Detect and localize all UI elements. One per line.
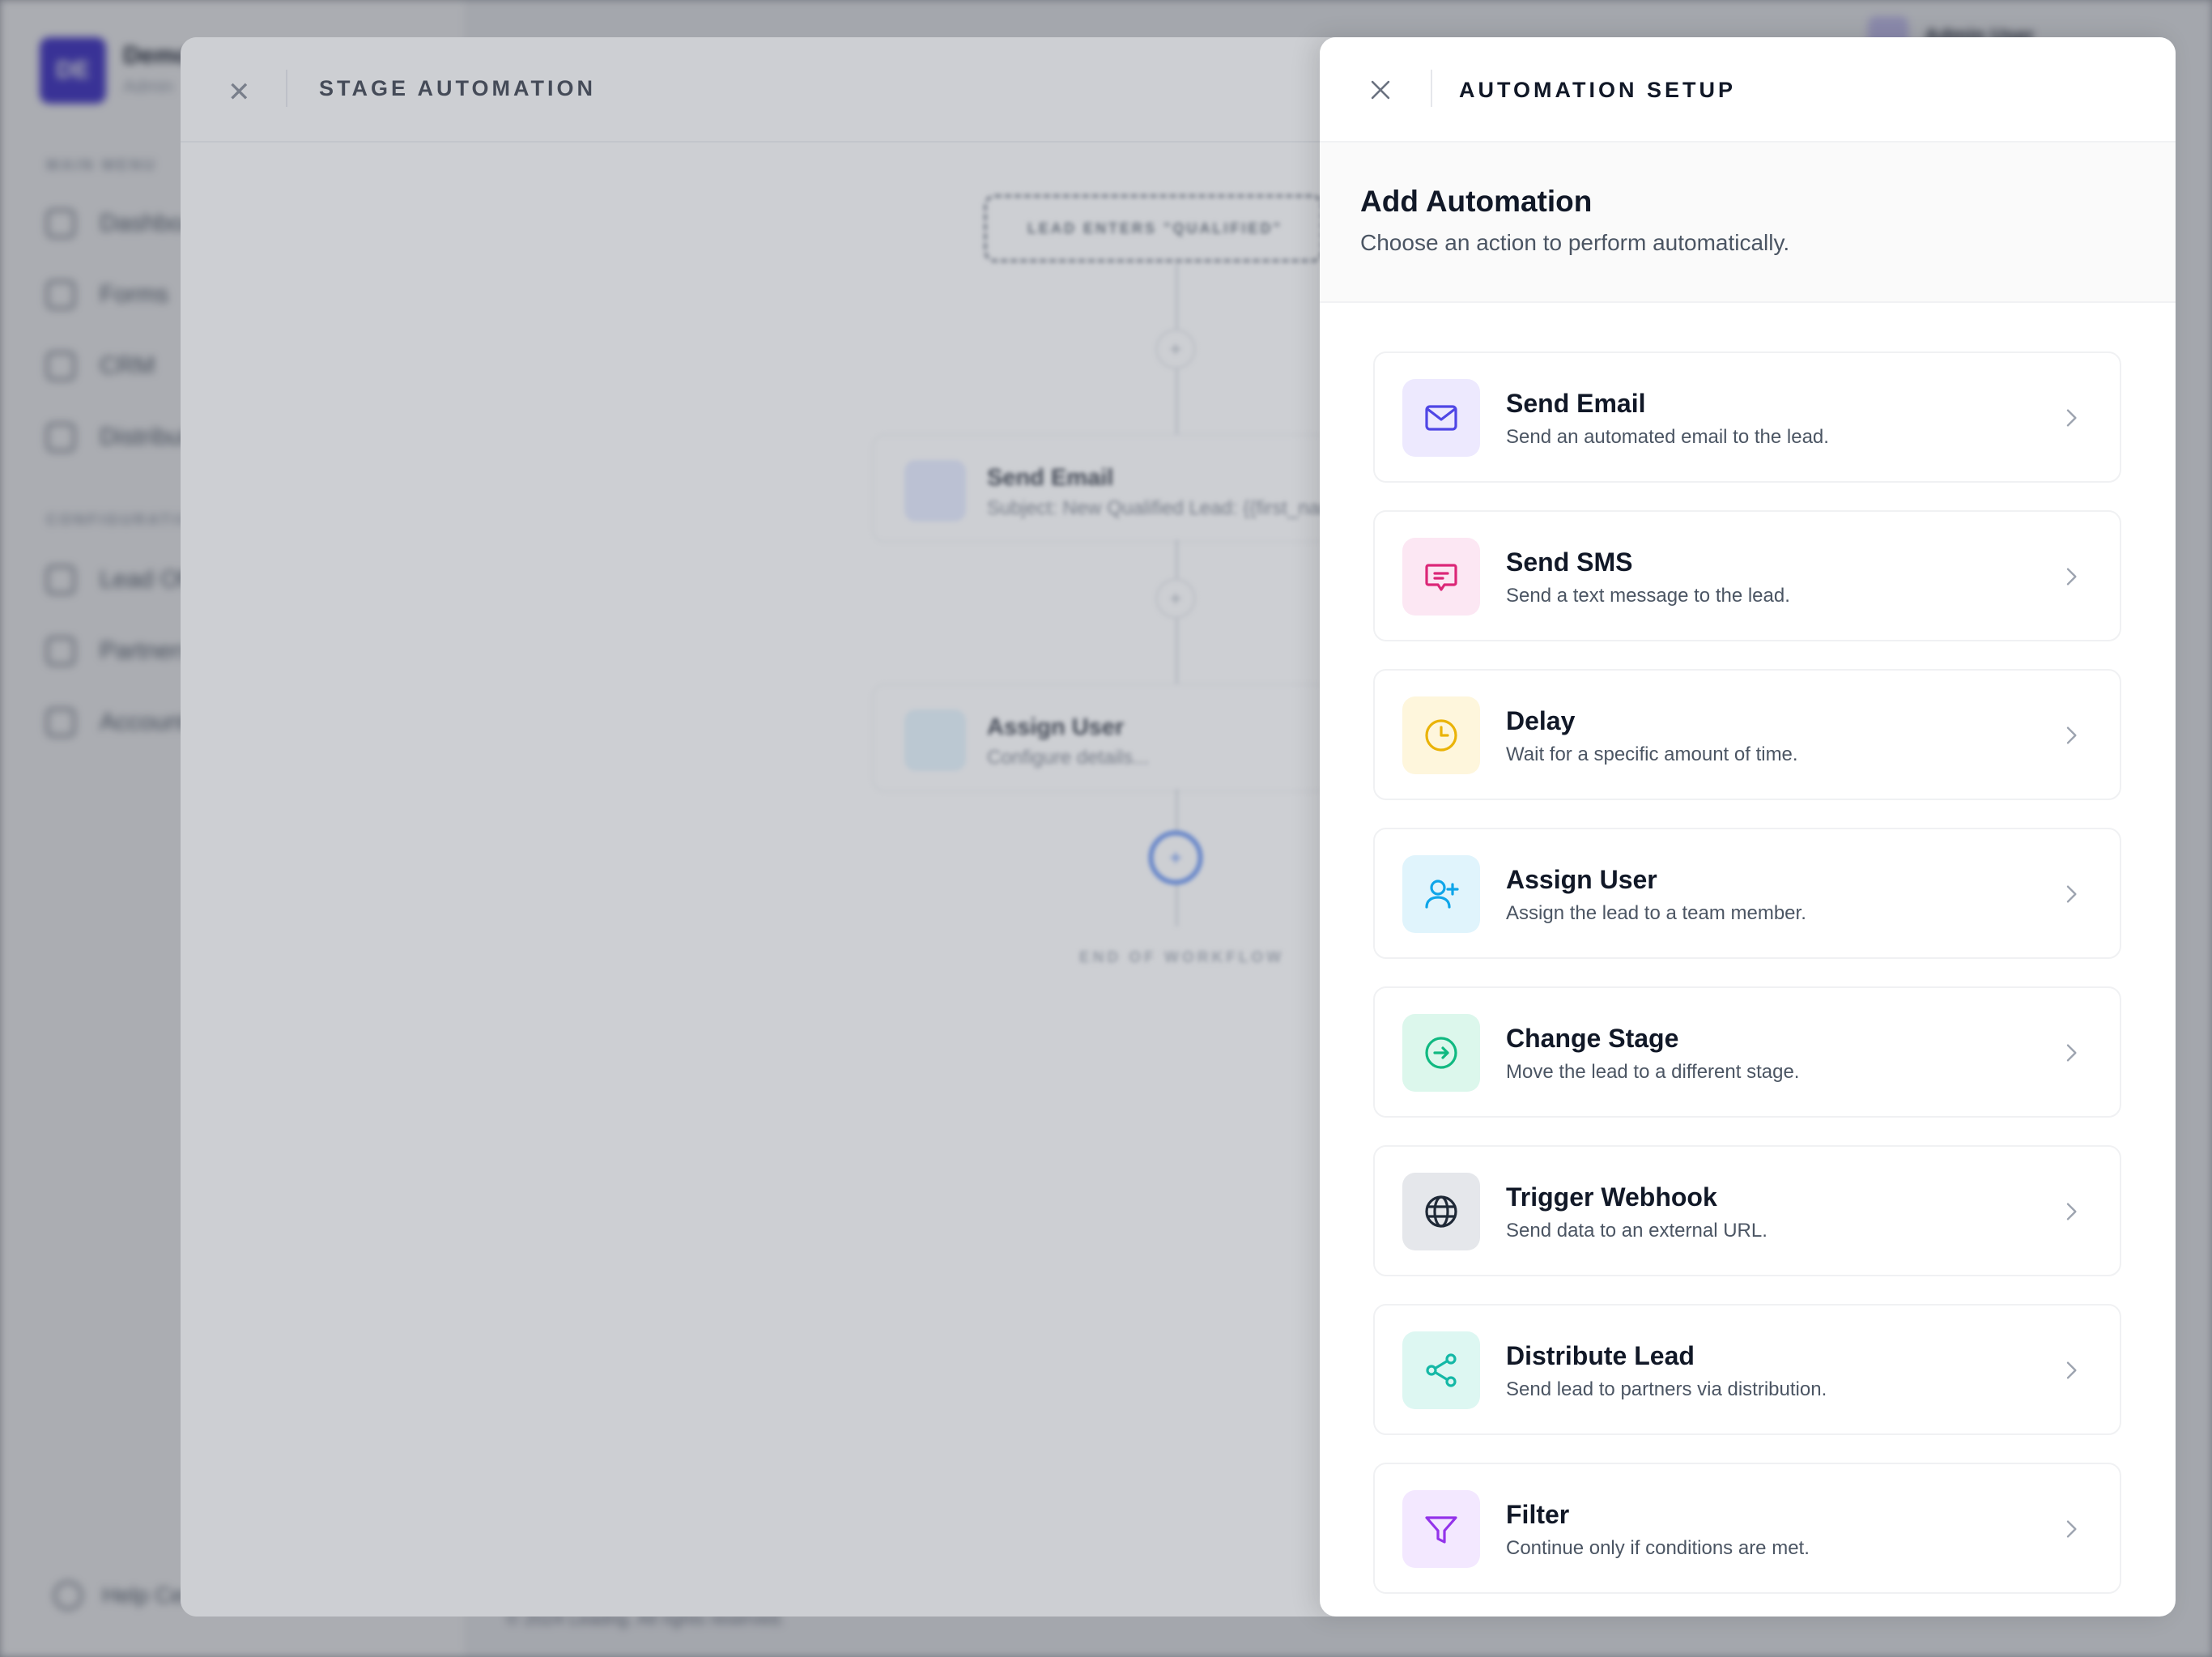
globe-icon [1402,1173,1480,1250]
option-description: Move the lead to a different stage. [1506,1061,1800,1083]
option-title: Assign User [1506,865,1657,894]
option-send-sms[interactable]: Send SMS Send a text message to the lead… [1373,510,2121,641]
option-title: Send SMS [1506,547,1633,577]
share-icon [1402,1331,1480,1409]
option-title: Filter [1506,1500,1570,1529]
chevron-right-icon [2066,1044,2077,1062]
chevron-right-icon [2066,726,2077,744]
option-distribute-lead[interactable]: Distribute Lead Send lead to partners vi… [1373,1304,2121,1435]
close-icon[interactable] [1367,76,1394,104]
option-assign-user[interactable]: Assign User Assign the lead to a team me… [1373,828,2121,959]
option-change-stage[interactable]: Change Stage Move the lead to a differen… [1373,986,2121,1118]
option-description: Assign the lead to a team member. [1506,902,1806,924]
option-title: Delay [1506,706,1576,735]
chevron-right-icon [2066,568,2077,586]
option-send-email[interactable]: Send Email Send an automated email to th… [1373,351,2121,483]
mail-icon [1402,379,1480,457]
option-filter[interactable]: Filter Continue only if conditions are m… [1373,1463,2121,1594]
option-description: Continue only if conditions are met. [1506,1537,1810,1559]
chevron-right-icon [2066,1520,2077,1538]
panel-header: AUTOMATION SETUP [1320,37,2176,143]
chevron-right-icon [2066,1203,2077,1220]
message-icon [1402,538,1480,616]
chevron-right-icon [2066,1361,2077,1379]
option-description: Send an automated email to the lead. [1506,426,1829,448]
option-trigger-webhook[interactable]: Trigger Webhook Send data to an external… [1373,1145,2121,1276]
option-title: Send Email [1506,389,1646,418]
automation-setup-panel: AUTOMATION SETUP Add Automation Choose a… [1320,37,2176,1617]
chevron-right-icon [2066,885,2077,903]
option-description: Wait for a specific amount of time. [1506,743,1798,765]
chevron-right-icon [2066,409,2077,427]
option-title: Distribute Lead [1506,1341,1695,1370]
option-delay[interactable]: Delay Wait for a specific amount of time… [1373,669,2121,800]
filter-icon [1402,1490,1480,1568]
option-title: Trigger Webhook [1506,1182,1717,1212]
panel-heading: Add Automation [1360,185,1593,218]
stage-automation-modal: ✕ STAGE AUTOMATION LEAD ENTERS "QUALIFIE… [181,37,1363,1617]
panel-subheading: Choose an action to perform automaticall… [1360,230,1790,255]
stage-modal-dim [181,37,1363,1617]
option-description: Send data to an external URL. [1506,1220,1767,1242]
header-divider [1431,70,1432,107]
user-plus-icon [1402,855,1480,933]
clock-icon [1402,696,1480,774]
panel-title: AUTOMATION SETUP [1459,78,1737,102]
panel-intro: Add Automation Choose an action to perfo… [1320,143,2176,303]
option-description: Send lead to partners via distribution. [1506,1378,1827,1400]
option-description: Send a text message to the lead. [1506,585,1790,607]
automation-options-list: Send Email Send an automated email to th… [1373,351,2121,1617]
arrow-circle-icon [1402,1014,1480,1092]
option-title: Change Stage [1506,1024,1679,1053]
